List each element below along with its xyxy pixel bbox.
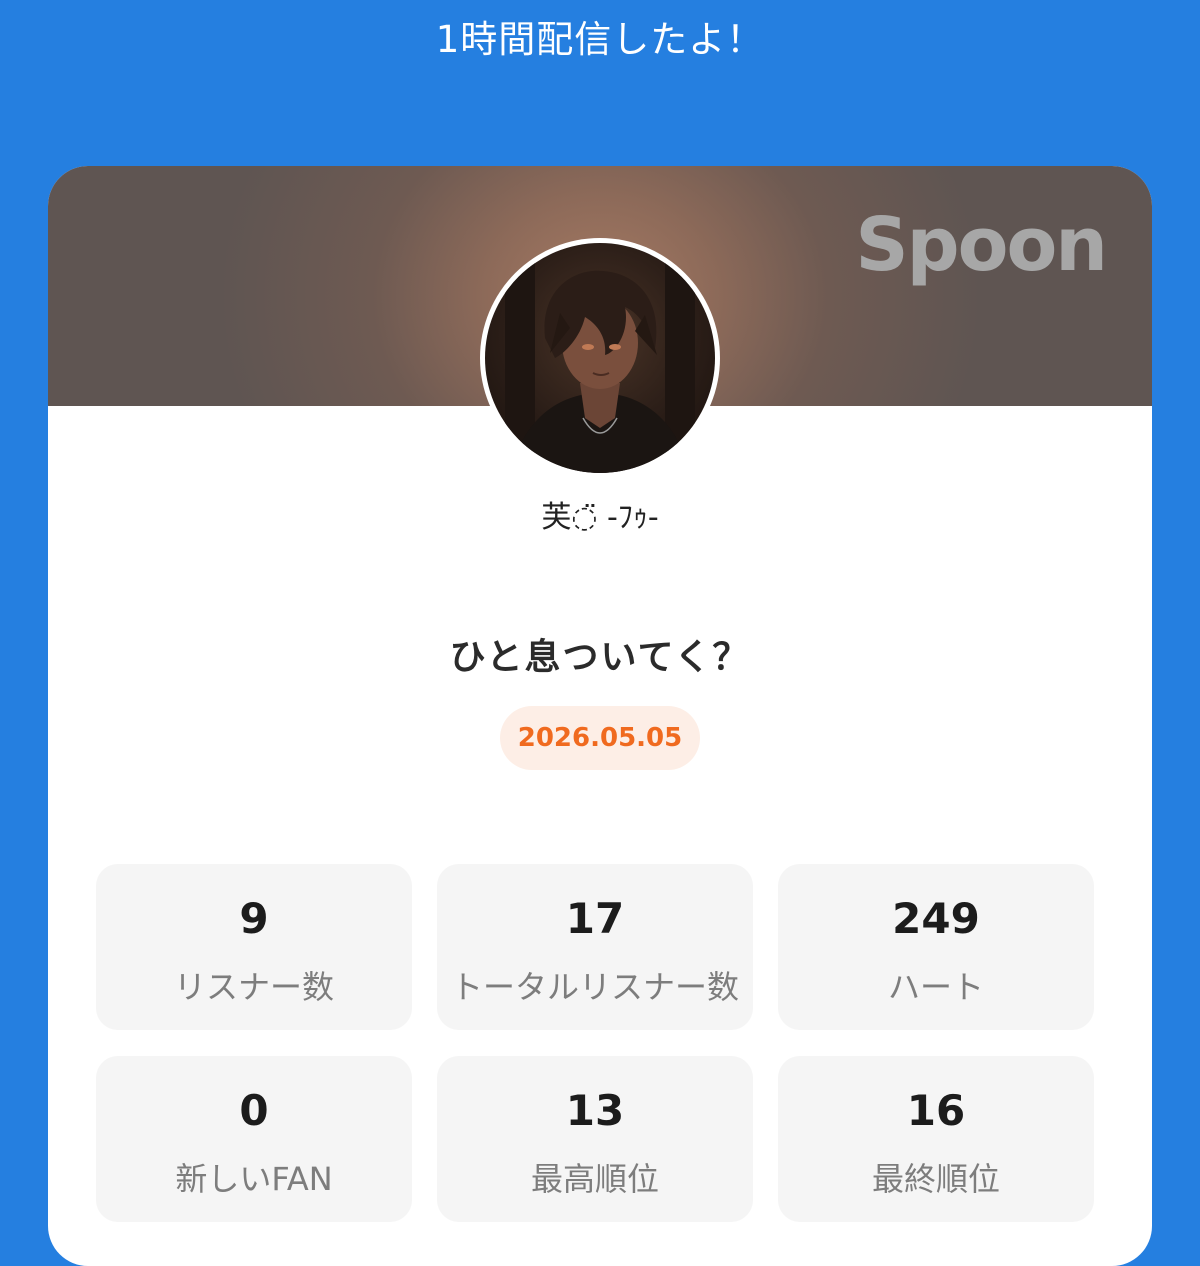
- stat-label: 新しいFAN: [175, 1160, 333, 1198]
- live-title: ひと息ついてく？: [449, 637, 751, 678]
- stat-tile-new-fans: 0 新しいFAN: [96, 1056, 412, 1222]
- stat-label: 最高順位: [530, 1160, 659, 1198]
- avatar-image: [485, 243, 715, 473]
- stat-label: ハート: [887, 968, 984, 1006]
- top-banner-text: 1時間配信したよ！: [435, 18, 765, 61]
- stat-value: 13: [565, 1086, 625, 1135]
- stat-value: 249: [892, 894, 980, 943]
- stat-tile-final-rank: 16 最終順位: [778, 1056, 1094, 1222]
- stat-label: リスナー数: [173, 968, 334, 1006]
- stat-value: 17: [565, 894, 625, 943]
- stat-value: 0: [239, 1086, 269, 1135]
- avatar[interactable]: [480, 238, 720, 478]
- stat-tile-listeners: 9 リスナー数: [96, 864, 412, 1030]
- stat-label: トータルリスナー数: [450, 968, 739, 1006]
- broadcast-summary-card: Spoon 芙◌̈ -ﾌｩ- ひと息ついてく？ 2026.05.05 9 リスナ…: [48, 166, 1152, 1266]
- spoon-logo: Spoon: [855, 202, 1108, 288]
- stat-label: 最終順位: [871, 1160, 1000, 1198]
- stat-tile-highest-rank: 13 最高順位: [437, 1056, 753, 1222]
- stat-tile-total-listeners: 17 トータルリスナー数: [437, 864, 753, 1030]
- stat-tile-hearts: 249 ハート: [778, 864, 1094, 1030]
- stat-value: 9: [239, 894, 269, 943]
- stat-value: 16: [906, 1086, 966, 1135]
- username: 芙◌̈ -ﾌｩ-: [541, 500, 659, 535]
- date-badge: 2026.05.05: [500, 706, 700, 770]
